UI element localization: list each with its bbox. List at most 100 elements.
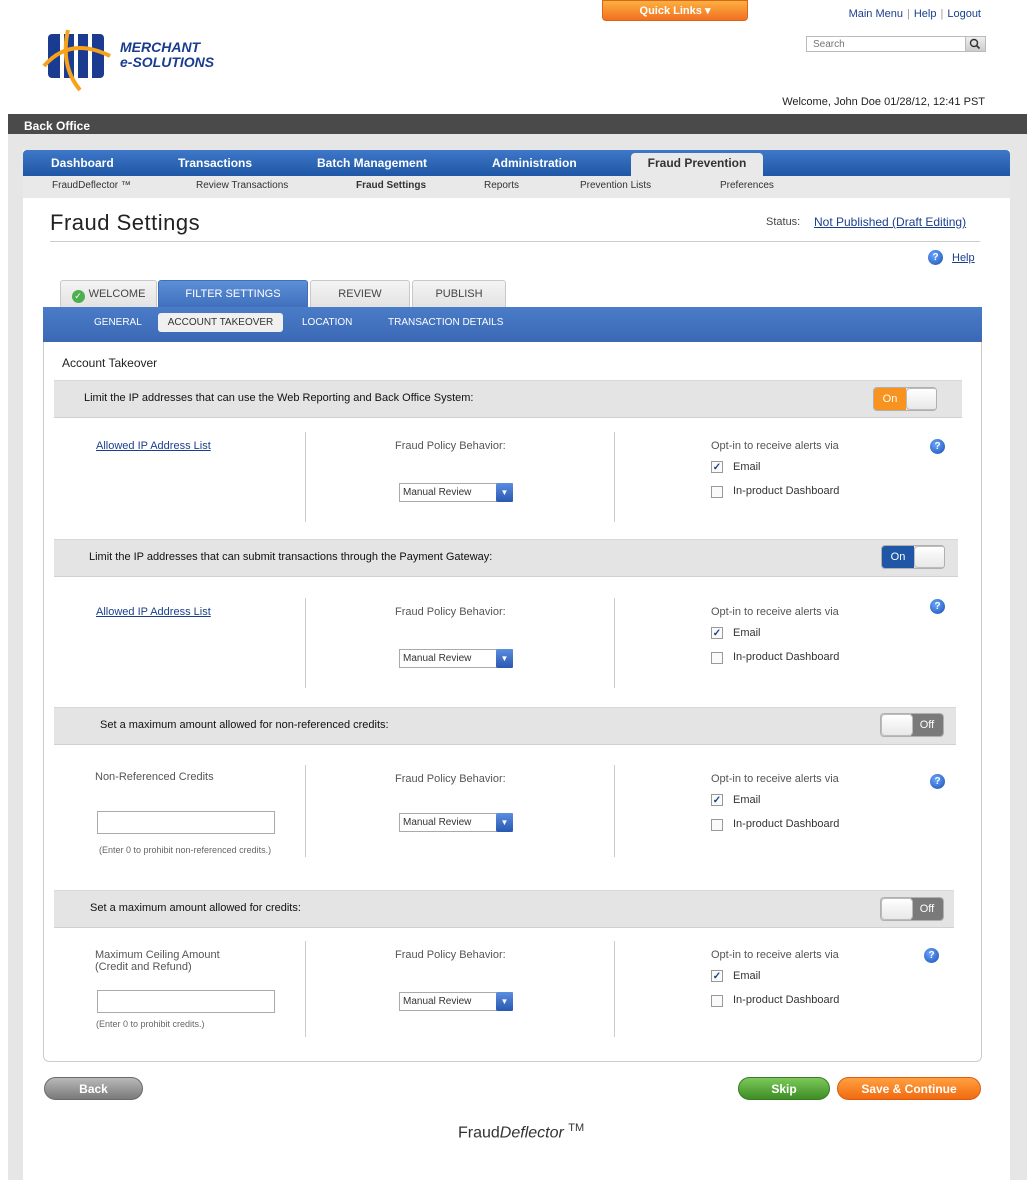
nav-transactions[interactable]: Transactions (178, 150, 252, 176)
column-divider (305, 432, 306, 522)
max-ceiling-label: Maximum Ceiling Amount (Credit and Refun… (95, 949, 220, 973)
sub-nav: FraudDeflector ™ Review Transactions Fra… (23, 176, 1010, 198)
allowed-ip-link[interactable]: Allowed IP Address List (96, 606, 211, 618)
rule-bar: Limit the IP addresses that can use the … (54, 380, 962, 418)
email-checkbox[interactable]: ✓ (711, 970, 723, 982)
policy-select-value: Manual Review (403, 487, 472, 498)
optin-label: Opt-in to receive alerts via (711, 949, 839, 961)
search-input[interactable] (807, 37, 965, 51)
toggle-on-label: On (874, 388, 906, 410)
logo-line-2: e-SOLUTIONS (120, 54, 215, 70)
tab-filter-settings[interactable]: FILTER SETTINGS (158, 280, 308, 308)
subtab-account-takeover[interactable]: ACCOUNT TAKEOVER (158, 313, 283, 332)
rule-label: Set a maximum amount allowed for non-ref… (100, 719, 389, 731)
nav-dashboard[interactable]: Dashboard (51, 150, 114, 176)
non-ref-credits-input[interactable] (97, 811, 275, 834)
policy-select[interactable]: Manual Review ▼ (399, 813, 513, 832)
dashboard-label: In-product Dashboard (733, 485, 840, 497)
rule-toggle[interactable]: On (881, 545, 945, 569)
rule-toggle[interactable]: Off (880, 897, 944, 921)
policy-select[interactable]: Manual Review ▼ (399, 649, 513, 668)
help-icon[interactable]: ? (924, 948, 939, 963)
back-button[interactable]: Back (44, 1077, 143, 1100)
optin-label: Opt-in to receive alerts via (711, 773, 839, 785)
column-divider (305, 765, 306, 857)
nav-batch-management[interactable]: Batch Management (317, 150, 427, 176)
subtab-general[interactable]: GENERAL (94, 317, 142, 328)
merchant-logo-icon (40, 26, 114, 94)
help-icon[interactable]: ? (930, 599, 945, 614)
subnav-frauddeflector[interactable]: FraudDeflector ™ (52, 180, 131, 191)
nav-fraud-prevention[interactable]: Fraud Prevention (631, 153, 763, 176)
subtab-location[interactable]: LOCATION (302, 317, 352, 328)
status-label: Status: (766, 216, 801, 228)
max-ceiling-hint: (Enter 0 to prohibit credits.) (96, 1019, 205, 1029)
tab-review[interactable]: REVIEW (310, 280, 410, 308)
policy-label: Fraud Policy Behavior: (395, 949, 506, 961)
search-box (806, 36, 986, 52)
title-divider (50, 241, 980, 242)
email-label: Email (733, 461, 761, 473)
tab-publish[interactable]: PUBLISH (412, 280, 506, 308)
save-continue-button[interactable]: Save & Continue (837, 1077, 981, 1100)
search-icon (969, 38, 981, 50)
subnav-preferences[interactable]: Preferences (720, 180, 774, 191)
skip-button[interactable]: Skip (738, 1077, 830, 1100)
subnav-reports[interactable]: Reports (484, 180, 519, 191)
tab-welcome-label: WELCOME (88, 288, 146, 300)
optin-label: Opt-in to receive alerts via (711, 606, 839, 618)
dashboard-checkbox[interactable] (711, 652, 723, 664)
column-divider (614, 941, 615, 1037)
email-label: Email (733, 627, 761, 639)
help-icon[interactable]: ? (928, 250, 943, 265)
column-divider (305, 598, 306, 688)
subtab-transaction-details[interactable]: TRANSACTION DETAILS (388, 317, 503, 328)
dashboard-checkbox[interactable] (711, 486, 723, 498)
dashboard-checkbox[interactable] (711, 819, 723, 831)
email-checkbox[interactable]: ✓ (711, 794, 723, 806)
rule-toggle[interactable]: Off (880, 713, 944, 737)
rule-label: Limit the IP addresses that can use the … (84, 392, 474, 404)
main-nav: Dashboard Transactions Batch Management … (23, 150, 1010, 176)
non-ref-credits-label: Non-Referenced Credits (95, 771, 214, 783)
logout-link[interactable]: Logout (947, 8, 981, 20)
policy-select[interactable]: Manual Review ▼ (399, 483, 513, 502)
help-top-link[interactable]: Help (914, 8, 937, 20)
logo-line-1: MERCHANT (120, 39, 201, 55)
main-menu-link[interactable]: Main Menu (849, 8, 903, 20)
page-title: Fraud Settings (50, 210, 201, 235)
max-ceiling-input[interactable] (97, 990, 275, 1013)
subnav-fraud-settings[interactable]: Fraud Settings (356, 180, 426, 191)
toggle-off-label: Off (911, 898, 943, 920)
optin-label: Opt-in to receive alerts via (711, 440, 839, 452)
chevron-down-icon: ▼ (496, 992, 513, 1011)
search-button[interactable] (965, 37, 985, 51)
rule-bar: Set a maximum amount allowed for non-ref… (54, 707, 956, 745)
column-divider (614, 765, 615, 857)
quick-links-button[interactable]: Quick Links ▾ (602, 0, 748, 21)
top-links: Main Menu | Help | Logout (848, 8, 981, 20)
help-link[interactable]: Help (952, 252, 975, 264)
status-link[interactable]: Not Published (Draft Editing) (814, 215, 966, 229)
policy-select-value: Manual Review (403, 996, 472, 1007)
nav-administration[interactable]: Administration (492, 150, 577, 176)
footer-brand-1: Fraud (458, 1124, 500, 1142)
policy-select[interactable]: Manual Review ▼ (399, 992, 513, 1011)
help-icon[interactable]: ? (930, 774, 945, 789)
footer-tm: TM (568, 1122, 585, 1134)
toggle-knob (881, 898, 913, 920)
help-icon[interactable]: ? (930, 439, 945, 454)
subnav-review-transactions[interactable]: Review Transactions (196, 180, 288, 191)
tab-welcome[interactable]: ✓ WELCOME (60, 280, 157, 308)
footer-brand-2: Deflector (499, 1124, 564, 1142)
email-checkbox[interactable]: ✓ (711, 461, 723, 473)
email-checkbox[interactable]: ✓ (711, 627, 723, 639)
subnav-prevention-lists[interactable]: Prevention Lists (580, 180, 651, 191)
toggle-off-label: Off (911, 714, 943, 736)
dashboard-checkbox[interactable] (711, 995, 723, 1007)
policy-label: Fraud Policy Behavior: (395, 440, 506, 452)
section-title: Account Takeover (62, 356, 158, 370)
allowed-ip-link[interactable]: Allowed IP Address List (96, 440, 211, 452)
policy-select-value: Manual Review (403, 653, 472, 664)
rule-toggle[interactable]: On (873, 387, 937, 411)
